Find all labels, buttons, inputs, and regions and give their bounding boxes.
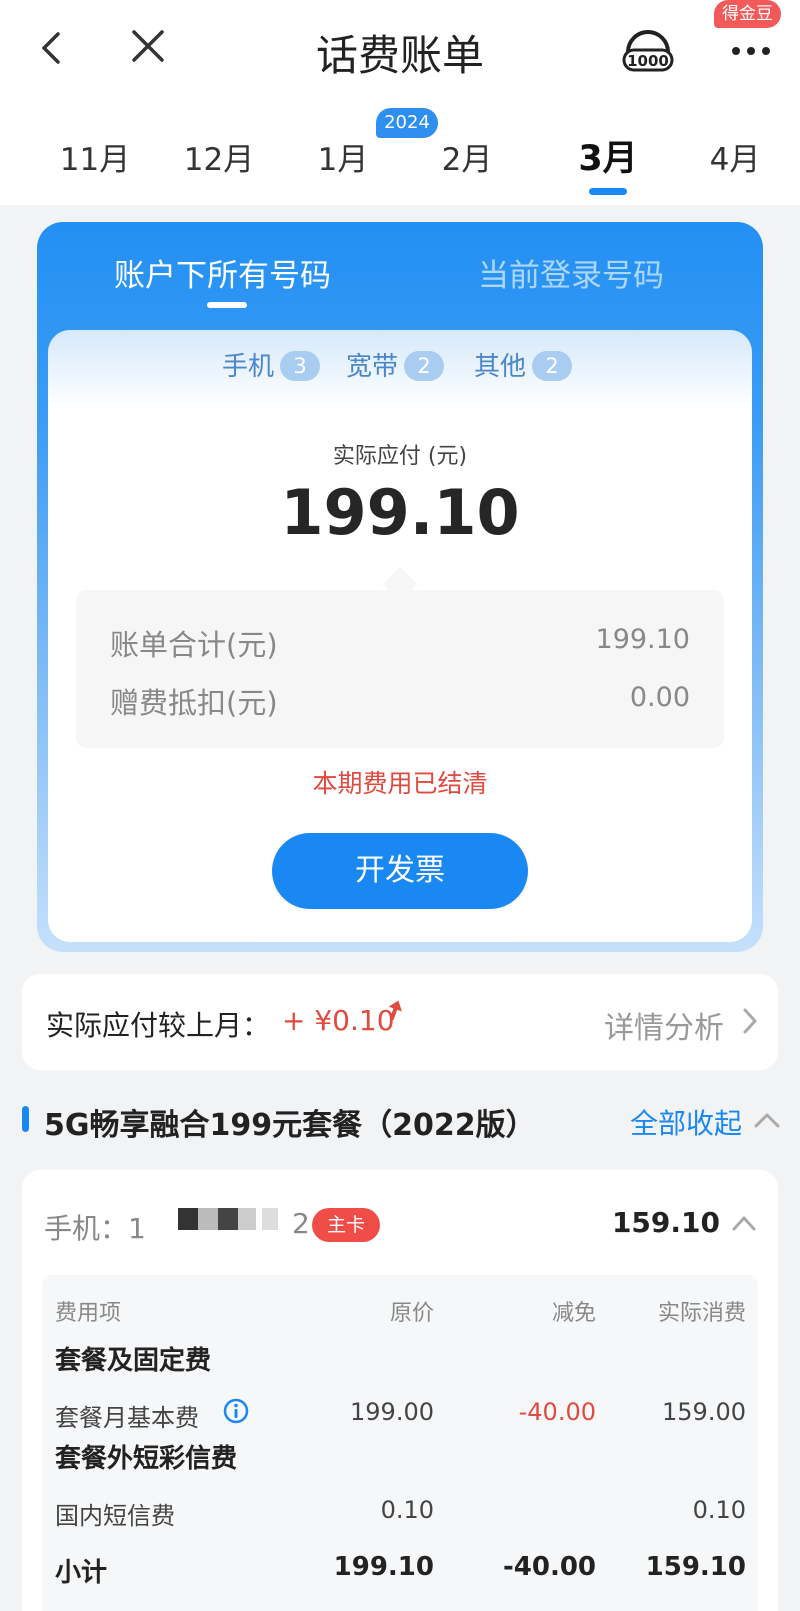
column-header-item: 费用项	[55, 1301, 122, 1326]
phone-number-end: 2	[292, 1207, 310, 1240]
svg-text:1000: 1000	[627, 52, 669, 70]
phone-number: 手机：1	[44, 1212, 152, 1245]
plan-title: 5G畅享融合199元套餐（2022版）	[44, 1108, 536, 1143]
fee-item-name: 国内短信费	[55, 1502, 175, 1530]
more-dots-icon[interactable]	[728, 36, 774, 66]
tab-current-number[interactable]: 当前登录号码	[478, 250, 664, 295]
amount-due-label: 实际应付 (元)	[332, 444, 468, 469]
settled-status: 本期费用已结清	[312, 769, 488, 798]
fee-actual: 0.10	[692, 1496, 746, 1524]
tab-month-apr[interactable]: 4月	[680, 134, 790, 179]
active-month-indicator	[589, 188, 627, 195]
subtotal-label: 小计	[55, 1558, 108, 1588]
category-broadband[interactable]: 宽带 2	[346, 346, 445, 383]
category-count: 3	[280, 351, 321, 381]
compare-label: 实际应付较上月：	[46, 1009, 271, 1042]
subtotal-actual: 159.10	[645, 1552, 746, 1582]
detail-analysis-link[interactable]: 详情分析	[604, 1003, 724, 1047]
info-icon[interactable]	[223, 1398, 249, 1424]
amount-due-value: 199.10	[280, 476, 520, 549]
tab-month-nov[interactable]: 11月	[40, 134, 150, 179]
gift-deduct-value: 0.00	[629, 682, 690, 713]
fee-item-name: 套餐月基本费	[55, 1404, 199, 1432]
column-header-original: 原价	[389, 1301, 434, 1326]
tab-all-numbers[interactable]: 账户下所有号码	[114, 250, 331, 295]
category-mobile[interactable]: 手机 3	[222, 346, 321, 383]
chevron-right-icon[interactable]	[740, 1006, 760, 1036]
fee-group-sms: 套餐外短彩信费	[55, 1444, 238, 1474]
bill-breakdown-box	[76, 590, 724, 748]
chevron-up-icon[interactable]	[730, 1214, 758, 1232]
category-other[interactable]: 其他 2	[474, 346, 573, 383]
account-tab-indicator	[207, 302, 247, 308]
compare-value: + ¥0.10	[282, 1004, 395, 1037]
phone-total: 159.10	[611, 1206, 720, 1239]
category-filter-row: 手机 3 宽带 2 其他 2	[0, 346, 800, 386]
collapse-all-link[interactable]: 全部收起	[630, 1102, 742, 1142]
increase-arrow-icon	[388, 1000, 402, 1021]
column-header-discount: 减免	[551, 1301, 596, 1326]
tab-month-feb[interactable]: 2月	[412, 134, 522, 179]
fee-discount: -40.00	[518, 1398, 596, 1426]
column-header-actual: 实际消费	[657, 1301, 746, 1326]
gold-bean-badge[interactable]: 得金豆	[714, 0, 781, 28]
masked-number	[178, 1208, 278, 1230]
fee-group-package: 套餐及固定费	[55, 1346, 212, 1376]
tab-month-mar[interactable]: 3月	[553, 130, 663, 181]
invoice-button[interactable]: 开发票	[272, 833, 528, 909]
category-count: 2	[404, 351, 445, 381]
section-marker	[22, 1106, 29, 1132]
fee-actual: 159.00	[662, 1398, 746, 1426]
tab-month-dec[interactable]: 12月	[164, 134, 274, 179]
year-badge: 2024	[376, 108, 438, 138]
subtotal-original: 199.10	[333, 1552, 434, 1582]
tab-month-jan[interactable]: 1月	[288, 134, 398, 179]
customer-service-icon[interactable]: 1000	[620, 22, 676, 78]
main-card-badge: 主卡	[312, 1208, 380, 1242]
bill-total-value: 199.10	[595, 624, 690, 655]
fee-original: 0.10	[380, 1496, 434, 1524]
chevron-up-icon[interactable]	[752, 1110, 782, 1130]
page-title: 话费账单	[315, 31, 484, 80]
subtotal-discount: -40.00	[502, 1552, 596, 1582]
bill-total-label: 账单合计(元)	[110, 628, 278, 662]
category-count: 2	[532, 351, 573, 381]
fee-original: 199.00	[350, 1398, 434, 1426]
gift-deduct-label: 赠费抵扣(元)	[110, 686, 278, 720]
